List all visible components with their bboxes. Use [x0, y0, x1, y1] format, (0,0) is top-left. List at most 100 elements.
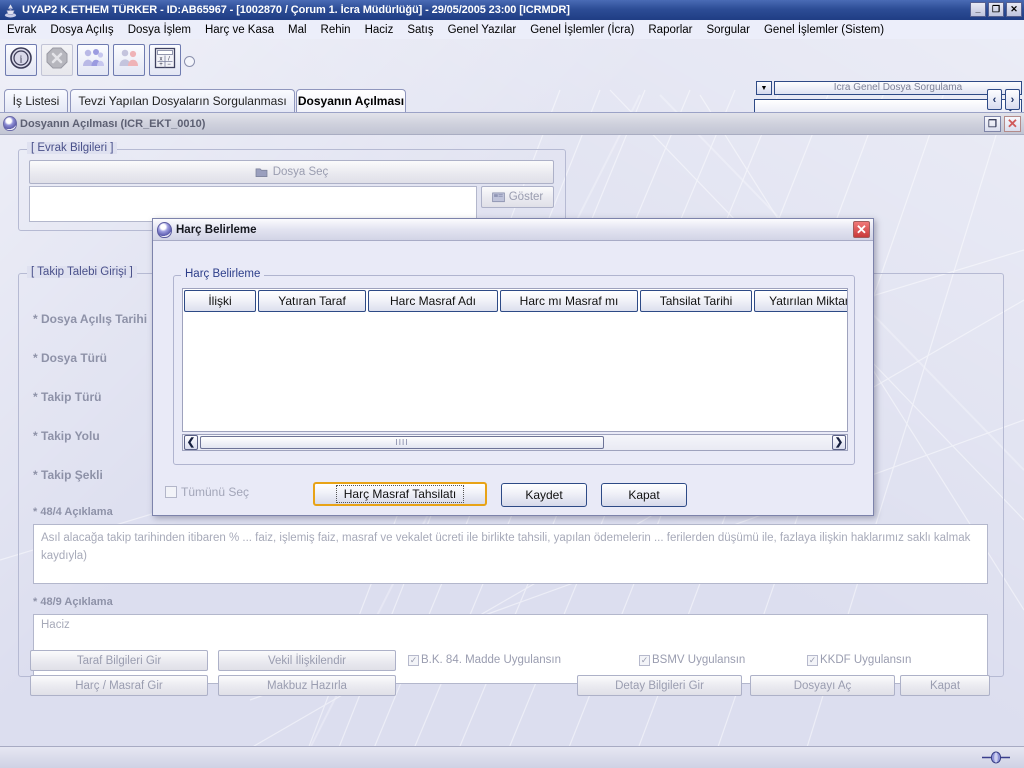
menu-item-dosya-islem[interactable]: Dosya İşlem	[121, 24, 198, 36]
label-48-4-aciklama: * 48/4 Açıklama	[33, 506, 113, 518]
tab-tevzi-sorgulanmasi[interactable]: Tevzi Yapılan Dosyaların Sorgulanması	[70, 89, 295, 112]
application-window: UYAP2 K.ETHEM TÜRKER - ID:AB65967 - [100…	[0, 0, 1024, 768]
bsmv-checkbox[interactable]: ✓	[639, 655, 650, 666]
tumunu-sec-checkbox[interactable]	[165, 486, 177, 498]
menu-item-mal[interactable]: Mal	[281, 24, 314, 36]
tab-dosyanin-acilmasi[interactable]: Dosyanın Açılması	[296, 89, 406, 112]
menu-item-genel-islemler-icra[interactable]: Genel İşlemler (İcra)	[523, 24, 641, 36]
menu-item-dosya-acilis[interactable]: Dosya Açılış	[43, 24, 120, 36]
harc-masraf-tahsilati-label: Harç Masraf Tahsilatı	[335, 485, 465, 503]
frame-close-button[interactable]: ✕	[1004, 116, 1021, 132]
tab-nav-buttons: ‹ ›	[987, 89, 1020, 110]
window-title-bar: UYAP2 K.ETHEM TÜRKER - ID:AB65967 - [100…	[0, 0, 1024, 20]
goster-label: Göster	[508, 191, 544, 203]
restore-button[interactable]: ❐	[988, 2, 1004, 17]
menu-item-genel-yazilar[interactable]: Genel Yazılar	[441, 24, 524, 36]
check-icon: ✓	[808, 655, 817, 665]
kkdf-checkbox[interactable]: ✓	[807, 655, 818, 666]
menu-item-raporlar[interactable]: Raporlar	[641, 24, 699, 36]
harc-table-hscrollbar[interactable]: ❮ IIII ❯	[182, 434, 848, 451]
kapat-button-dialog[interactable]: Kapat	[601, 483, 687, 507]
window-title-text: UYAP2 K.ETHEM TÜRKER - ID:AB65967 - [100…	[22, 4, 570, 16]
label-takip-turu: * Takip Türü	[33, 390, 102, 404]
internal-frame-controls: ❐ ✕	[984, 116, 1021, 132]
dialog-title-bar: Harç Belirleme ✕	[153, 219, 873, 241]
users-group-icon-button[interactable]	[77, 44, 109, 76]
menu-item-satis[interactable]: Satış	[400, 24, 440, 36]
label-takip-yolu: * Takip Yolu	[33, 429, 100, 443]
user-pair-icon-button[interactable]	[113, 44, 145, 76]
column-header-harc-masraf-adi[interactable]: Harc Masraf Adı	[368, 290, 498, 312]
minimize-button[interactable]: _	[970, 2, 986, 17]
tab-prev-button[interactable]: ‹	[987, 89, 1002, 110]
svg-text:−: −	[167, 62, 171, 68]
evrak-bilgileri-legend: [ Evrak Bilgileri ]	[27, 142, 118, 154]
dosyayi-ac-button[interactable]: Dosyayı Aç	[750, 675, 895, 696]
aciklama-48-4-text: Asıl alacağa takip tarihinden itibaren %…	[41, 532, 971, 562]
bsmv-checkbox-label: BSMV Uygulansın	[652, 654, 746, 666]
detay-bilgileri-gir-button[interactable]: Detay Bilgileri Gir	[577, 675, 742, 696]
dialog-title-text: Harç Belirleme	[176, 223, 257, 236]
menu-item-evrak[interactable]: Evrak	[0, 24, 43, 36]
internal-frame-title-bar: Dosyanın Açılması (ICR_EKT_0010) ❐ ✕	[0, 113, 1024, 135]
menu-item-rehin[interactable]: Rehin	[314, 24, 358, 36]
close-button[interactable]: ✕	[1006, 2, 1022, 17]
uyap-app-icon	[3, 3, 18, 18]
connection-indicator	[982, 751, 1010, 764]
goster-button[interactable]: Göster	[481, 186, 554, 208]
aciklama-48-9-text: Haciz	[41, 619, 70, 631]
tumunu-sec-label: Tümünü Seç	[181, 485, 250, 499]
frame-restore-button[interactable]: ❐	[984, 116, 1001, 132]
main-menu-bar: Evrak Dosya Açılış Dosya İşlem Harç ve K…	[0, 20, 1024, 39]
scroll-track[interactable]	[604, 435, 831, 450]
internal-frame-title-text: Dosyanın Açılması (ICR_EKT_0010)	[20, 117, 206, 130]
kaydet-button[interactable]: Kaydet	[501, 483, 587, 507]
evrak-list-field[interactable]	[29, 186, 477, 222]
scroll-right-button[interactable]: ❯	[832, 435, 846, 450]
dosya-sec-button[interactable]: Dosya Seç	[29, 160, 554, 184]
info-icon-button[interactable]: i	[5, 44, 37, 76]
tab-strip: İş Listesi Tevzi Yapılan Dosyaların Sorg…	[0, 86, 1024, 112]
column-header-yatirilan-miktar[interactable]: Yatırılan Miktar	[754, 290, 847, 312]
vekil-iliskilendir-button[interactable]: Vekil İlişkilendir	[218, 650, 396, 671]
preview-icon	[492, 192, 505, 203]
aciklama-48-9-textarea[interactable]	[33, 614, 988, 684]
tab-is-listesi[interactable]: İş Listesi	[4, 89, 68, 112]
toolbar-radio[interactable]	[184, 56, 195, 67]
tumunu-sec-checkbox-row[interactable]: Tümünü Seç	[165, 485, 249, 499]
user-pair-icon	[117, 46, 141, 75]
calculator-icon-button[interactable]: x / + −	[149, 44, 181, 76]
label-dosya-turu: * Dosya Türü	[33, 351, 108, 365]
label-dosya-acilis-tarihi: * Dosya Açılış Tarihi	[33, 312, 148, 326]
harc-table: İlişki Yatıran Taraf Harc Masraf Adı Har…	[182, 288, 848, 432]
taraf-bilgileri-gir-button[interactable]: Taraf Bilgileri Gir	[30, 650, 208, 671]
info-icon: i	[9, 46, 33, 75]
dialog-window-icon	[157, 221, 172, 238]
scroll-left-button[interactable]: ❮	[184, 435, 198, 450]
calculator-icon: x / + −	[153, 46, 177, 75]
column-header-harc-mi-masraf-mi[interactable]: Harc mı Masraf mı	[500, 290, 638, 312]
frame-window-icon	[3, 116, 17, 131]
column-header-yatiran-taraf[interactable]: Yatıran Taraf	[258, 290, 366, 312]
bk-84-checkbox[interactable]: ✓	[408, 655, 419, 666]
kapat-button[interactable]: Kapat	[900, 675, 990, 696]
tab-next-button[interactable]: ›	[1005, 89, 1020, 110]
column-header-tahsilat-tarihi[interactable]: Tahsilat Tarihi	[640, 290, 752, 312]
svg-text:+: +	[159, 62, 163, 68]
harc-table-body[interactable]	[183, 313, 847, 431]
makbuz-hazirla-button[interactable]: Makbuz Hazırla	[218, 675, 396, 696]
menu-item-harc-ve-kasa[interactable]: Harç ve Kasa	[198, 24, 281, 36]
harc-table-header-row: İlişki Yatıran Taraf Harc Masraf Adı Har…	[183, 289, 847, 313]
column-header-iliski[interactable]: İlişki	[184, 290, 256, 312]
menu-item-sorgular[interactable]: Sorgular	[699, 24, 756, 36]
dialog-close-button[interactable]: ✕	[853, 221, 870, 238]
menu-item-genel-islemler-sistem[interactable]: Genel İşlemler (Sistem)	[757, 24, 891, 36]
harc-masraf-gir-button[interactable]: Harç / Masraf Gir	[30, 675, 208, 696]
main-toolbar: i x / + − ▼ İcra Genel Dosya Sorgulama	[0, 39, 1024, 116]
scroll-thumb[interactable]: IIII	[200, 436, 604, 449]
status-bar	[0, 746, 1024, 768]
check-icon: ✓	[409, 655, 418, 665]
harc-belirleme-dialog: Harç Belirleme ✕ Harç Belirleme İlişki Y…	[152, 218, 874, 516]
menu-item-haciz[interactable]: Haciz	[358, 24, 401, 36]
harc-masraf-tahsilati-button[interactable]: Harç Masraf Tahsilatı	[313, 482, 487, 506]
